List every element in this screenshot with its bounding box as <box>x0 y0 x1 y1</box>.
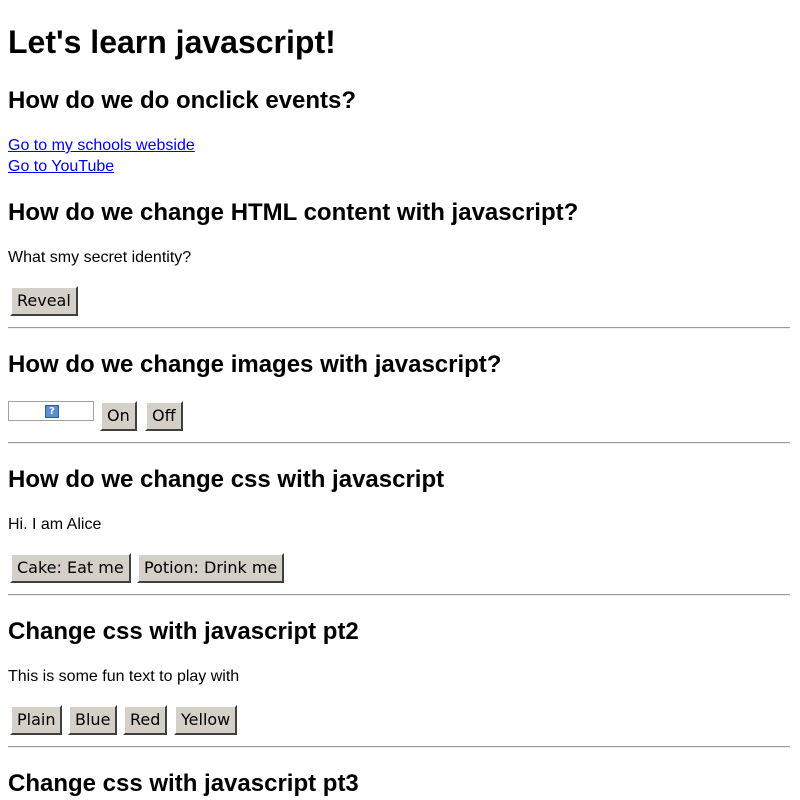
onclick-heading: How do we do onclick events? <box>8 87 357 114</box>
css-heading: How do we change css with javascript <box>8 466 445 493</box>
reveal-button[interactable]: Reveal <box>10 286 78 316</box>
secret-identity-text: What smy secret identity? <box>8 249 192 266</box>
fun-text: This is some fun text to play with <box>8 668 240 685</box>
off-button[interactable]: Off <box>145 401 183 431</box>
css-pt3-heading: Change css with javascript pt3 <box>8 770 359 797</box>
youtube-link[interactable]: Go to YouTube <box>8 158 114 176</box>
page-title: Let's learn javascript! <box>8 24 336 60</box>
on-button[interactable]: On <box>100 401 137 431</box>
school-website-link[interactable]: Go to my schools webside <box>8 137 195 155</box>
broken-image-icon: ? <box>45 405 59 418</box>
bulb-image: ? <box>8 401 94 421</box>
cake-eat-me-button[interactable]: Cake: Eat me <box>10 553 131 583</box>
potion-drink-me-button[interactable]: Potion: Drink me <box>137 553 285 583</box>
divider <box>8 442 790 444</box>
alice-text: Hi. I am Alice <box>8 516 102 533</box>
html-content-heading: How do we change HTML content with javas… <box>8 199 579 226</box>
red-button[interactable]: Red <box>123 705 168 735</box>
blue-button[interactable]: Blue <box>68 705 118 735</box>
divider <box>8 594 790 596</box>
images-heading: How do we change images with javascript? <box>8 351 502 378</box>
css-pt2-heading: Change css with javascript pt2 <box>8 618 359 645</box>
divider <box>8 327 790 329</box>
plain-button[interactable]: Plain <box>10 705 63 735</box>
divider <box>8 746 790 748</box>
yellow-button[interactable]: Yellow <box>174 705 238 735</box>
